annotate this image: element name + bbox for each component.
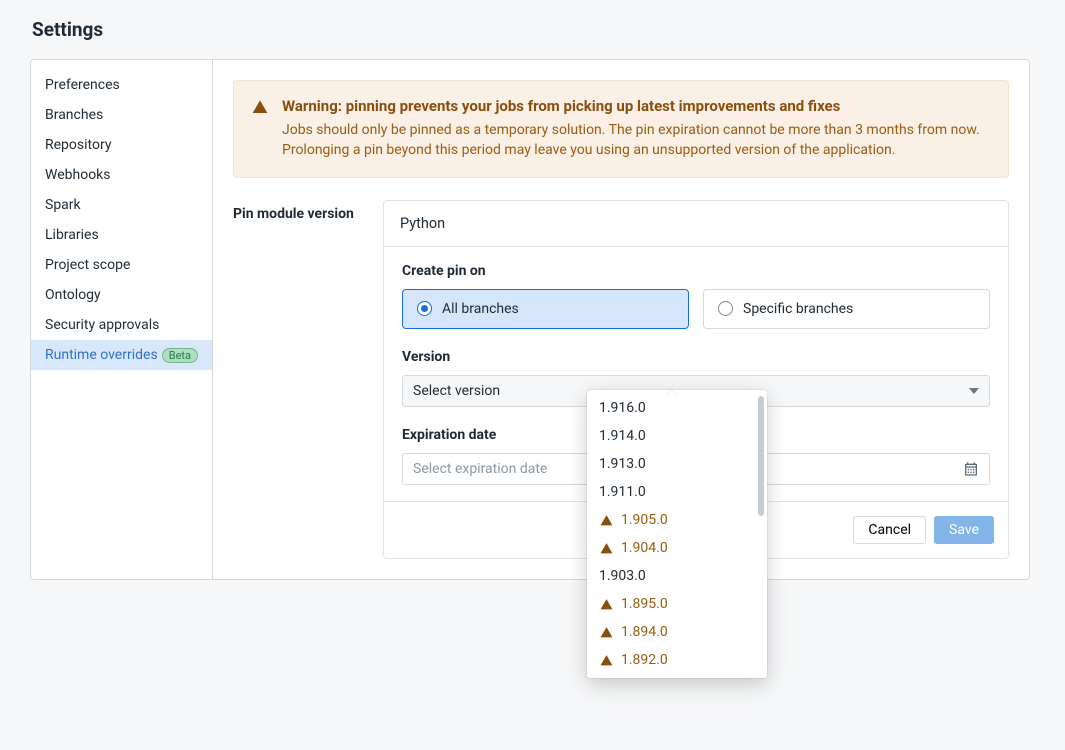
module-name: Python	[384, 201, 1008, 247]
sidebar-item-label: Webhooks	[45, 167, 111, 183]
sidebar-item-label: Ontology	[45, 287, 101, 303]
version-value: 1.914.0	[599, 428, 646, 444]
radio-specific-branches-label: Specific branches	[743, 301, 853, 317]
version-value: 1.904.0	[621, 540, 668, 556]
warning-icon	[599, 598, 613, 611]
sidebar-item-preferences[interactable]: Preferences	[31, 70, 212, 100]
version-value: 1.905.0	[621, 512, 668, 528]
warning-icon	[599, 514, 613, 527]
sidebar-item-label: Libraries	[45, 227, 99, 243]
sidebar-item-label: Runtime overrides	[45, 347, 158, 363]
settings-sidebar: Preferences Branches Repository Webhooks Spa…	[31, 60, 213, 579]
beta-badge: Beta	[162, 348, 198, 363]
radio-all-branches-label: All branches	[442, 301, 519, 317]
sidebar-item-repository[interactable]: Repository	[31, 130, 212, 160]
cancel-button[interactable]: Cancel	[853, 516, 926, 544]
sidebar-item-label: Project scope	[45, 257, 130, 273]
version-option[interactable]: 1.892.0	[587, 646, 767, 674]
sidebar-item-project-scope[interactable]: Project scope	[31, 250, 212, 280]
create-pin-on-label: Create pin on	[402, 263, 990, 279]
sidebar-item-libraries[interactable]: Libraries	[31, 220, 212, 250]
version-option[interactable]: 1.895.0	[587, 590, 767, 618]
version-value: 1.913.0	[599, 456, 646, 472]
sidebar-item-branches[interactable]: Branches	[31, 100, 212, 130]
radio-dot-icon	[417, 301, 432, 316]
version-option[interactable]: 1.904.0	[587, 534, 767, 562]
warning-icon	[599, 542, 613, 555]
version-value: 1.911.0	[599, 484, 646, 500]
version-value: 1.894.0	[621, 624, 668, 640]
warning-text: Warning: pinning prevents your jobs from…	[282, 97, 990, 161]
save-button[interactable]: Save	[934, 516, 994, 544]
version-select-placeholder: Select version	[413, 383, 500, 399]
sidebar-item-label: Security approvals	[45, 317, 159, 333]
version-option[interactable]: 1.905.0	[587, 506, 767, 534]
sidebar-item-label: Branches	[45, 107, 103, 123]
version-option[interactable]: 1.903.0	[587, 562, 767, 590]
radio-specific-branches[interactable]: Specific branches	[703, 289, 990, 329]
settings-content: Warning: pinning prevents your jobs from…	[213, 60, 1029, 579]
sidebar-item-label: Repository	[45, 137, 111, 153]
warning-icon	[599, 626, 613, 639]
sidebar-item-security-approvals[interactable]: Security approvals	[31, 310, 212, 340]
version-value: 1.895.0	[621, 596, 668, 612]
version-option[interactable]: 1.914.0	[587, 422, 767, 450]
pin-module-version-label: Pin module version	[233, 200, 363, 222]
sidebar-item-webhooks[interactable]: Webhooks	[31, 160, 212, 190]
radio-all-branches[interactable]: All branches	[402, 289, 689, 329]
version-value: 1.892.0	[621, 652, 668, 668]
sidebar-item-runtime-overrides[interactable]: Runtime overrides Beta	[31, 340, 212, 370]
calendar-icon	[963, 461, 979, 477]
caret-down-icon	[969, 388, 979, 394]
settings-frame: Preferences Branches Repository Webhooks Spa…	[30, 59, 1030, 580]
version-label: Version	[402, 349, 990, 365]
warning-icon	[252, 99, 268, 161]
version-option[interactable]: 1.894.0	[587, 618, 767, 646]
version-option[interactable]: 1.913.0	[587, 450, 767, 478]
sidebar-item-ontology[interactable]: Ontology	[31, 280, 212, 310]
sidebar-item-label: Spark	[45, 197, 81, 213]
warning-banner: Warning: pinning prevents your jobs from…	[233, 80, 1009, 178]
expiration-date-placeholder: Select expiration date	[413, 461, 547, 477]
radio-dot-icon	[718, 301, 733, 316]
version-value: 1.903.0	[599, 568, 646, 584]
version-option[interactable]: 1.916.0	[587, 394, 767, 422]
warning-heading: Warning: pinning prevents your jobs from…	[282, 97, 840, 115]
version-option[interactable]: 1.911.0	[587, 478, 767, 506]
sidebar-item-label: Preferences	[45, 77, 120, 93]
version-dropdown-popover: 1.916.0 1.914.0 1.913.0 1.911.0 1.905.0 1.904…	[587, 390, 767, 678]
page-title: Settings	[32, 18, 1035, 41]
warning-body: Jobs should only be pinned as a temporar…	[282, 120, 990, 161]
sidebar-item-spark[interactable]: Spark	[31, 190, 212, 220]
version-value: 1.916.0	[599, 400, 646, 416]
scrollbar-thumb[interactable]	[758, 396, 764, 516]
warning-icon	[599, 654, 613, 667]
